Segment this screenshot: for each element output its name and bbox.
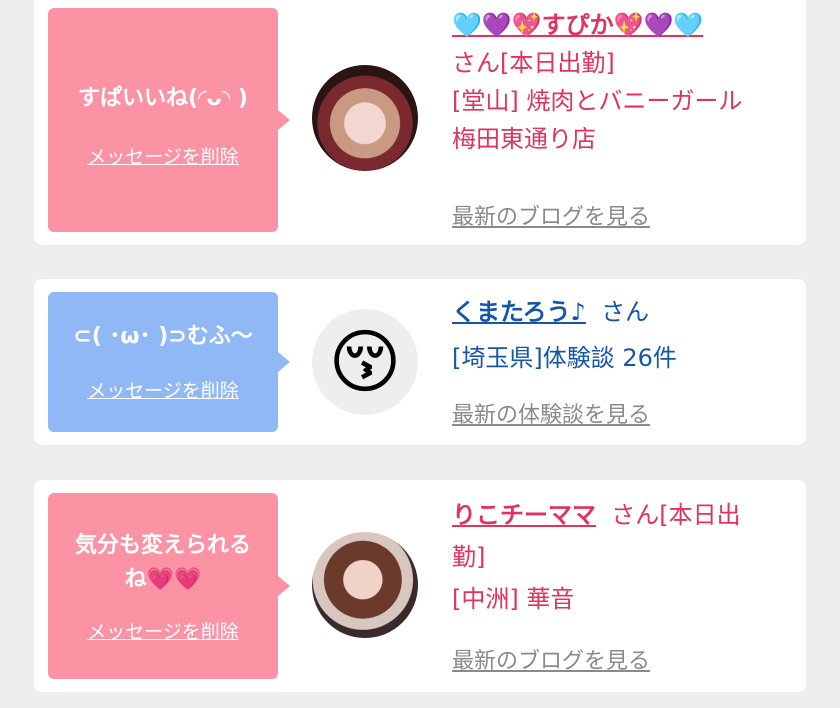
avatar[interactable] [312,65,418,171]
message-bubble: すぱいいね(◜ᴗ◝ ) メッセージを削除 [48,8,290,232]
message-text-line1: 気分も変えられる [74,533,251,558]
latest-review-link[interactable]: 最新の体験談を見る [452,397,650,429]
status-badge: さん[本日出 [611,501,741,529]
message-bubble: ⊂( ･ω･ )⊃むふ〜 メッセージを削除 [48,292,290,432]
review-count[interactable]: [埼玉県]体験談 26件 [452,339,792,377]
delete-message-link[interactable]: メッセージを削除 [48,617,278,644]
message-text: すぱいいね(◜ᴗ◝ ) [78,86,248,111]
favorite-card: 気分も変えられる ね💗💗 メッセージを削除 りこチーママ さん[本日出 勤] [… [34,480,806,692]
delete-message-link[interactable]: メッセージを削除 [48,142,278,169]
honorific: さん [601,298,650,326]
status-badge-cont: 勤] [452,543,486,571]
profile-name-link[interactable]: 🩵💜💖すぴか💖💜🩵 [452,6,792,44]
profile-name-link[interactable]: くまたろう♪ [452,298,586,326]
favorite-card: ⊂( ･ω･ )⊃むふ〜 メッセージを削除 😚 くまたろう♪ さん [埼玉県]体… [34,279,806,445]
status-badge: [本日出勤] [500,49,615,77]
message-text-line2: ね💗💗 [124,567,202,592]
delete-message-link[interactable]: メッセージを削除 [48,376,278,403]
honorific: さん [452,49,500,77]
shop-name-cont[interactable]: 梅田東通り店 [452,120,792,158]
favorite-card: すぱいいね(◜ᴗ◝ ) メッセージを削除 🩵💜💖すぴか💖💜🩵 さん[本日出勤] … [34,0,806,245]
latest-blog-link[interactable]: 最新のブログを見る [452,643,650,675]
message-bubble: 気分も変えられる ね💗💗 メッセージを削除 [48,493,290,679]
profile-name-link[interactable]: りこチーママ [452,501,596,529]
avatar[interactable] [312,532,418,638]
shop-name[interactable]: [中洲] 華音 [452,580,792,618]
message-text: ⊂( ･ω･ )⊃むふ〜 [73,324,253,349]
kissing-face-icon: 😚 [328,321,402,403]
avatar[interactable]: 😚 [312,309,418,415]
shop-name[interactable]: [堂山] 焼肉とバニーガール [452,82,792,120]
latest-blog-link[interactable]: 最新のブログを見る [452,199,650,231]
